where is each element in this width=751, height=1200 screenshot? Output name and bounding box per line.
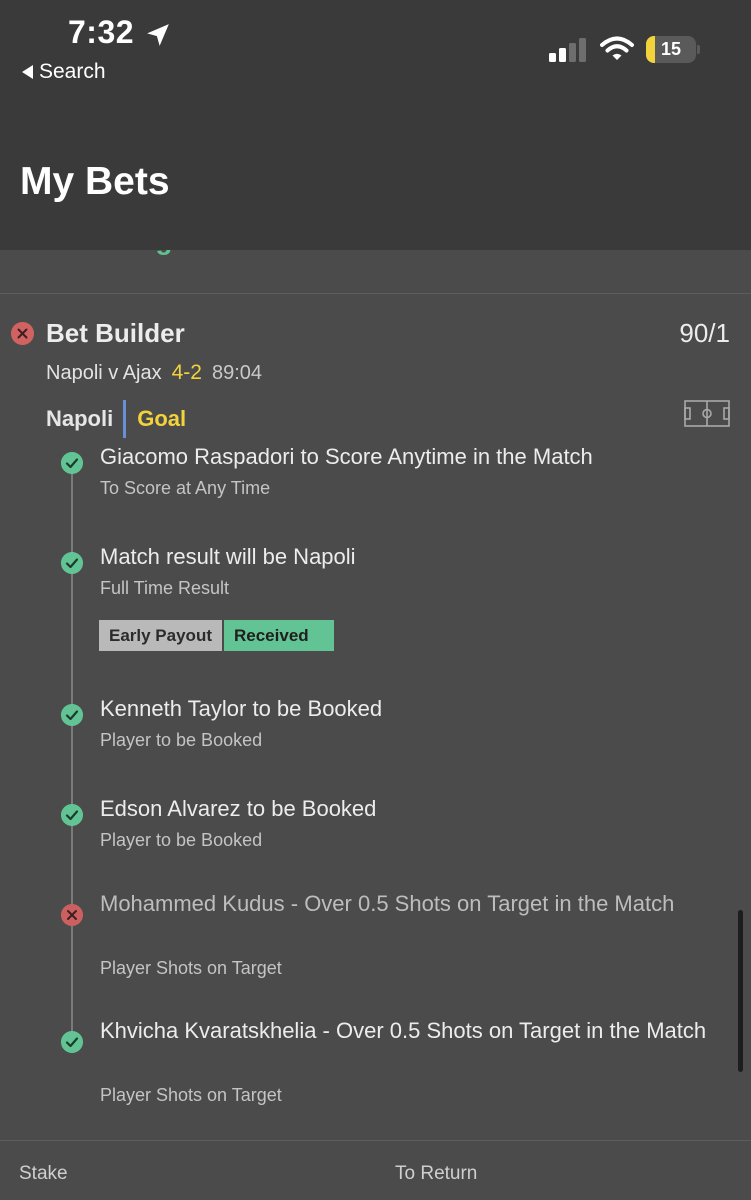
back-arrow-icon — [22, 65, 33, 79]
team-color-bar — [123, 400, 127, 438]
leg-won-check-icon — [61, 804, 83, 826]
leg-market: Player to be Booked — [100, 730, 263, 750]
back-link-label: Search — [39, 60, 106, 83]
legs-timeline — [71, 462, 73, 1042]
cellular-signal-icon — [549, 38, 586, 62]
leg-market: Player to be Booked — [100, 830, 263, 850]
leg-market: To Score at Any Time — [100, 478, 271, 498]
leg-selection: Match result will be Napoli — [100, 544, 356, 569]
back-to-search-link[interactable]: Search — [22, 60, 106, 84]
location-arrow-icon — [147, 24, 169, 46]
match-info[interactable]: Napoli v Ajax 4-2 89:04 — [46, 361, 262, 385]
battery-indicator: 15 — [646, 36, 696, 63]
leg-selection: Giacomo Raspadori to Score Anytime in th… — [100, 444, 593, 469]
leg-selection: Kenneth Taylor to be Booked — [100, 696, 383, 721]
leg-market: Full Time Result — [100, 578, 230, 598]
to-return-label: To Return — [395, 1163, 478, 1184]
leg-market: Player Shots on Target — [100, 1085, 282, 1105]
received-badge: Received — [224, 620, 334, 651]
match-name: Napoli v Ajax — [46, 362, 162, 384]
bet-lost-icon — [11, 322, 34, 345]
early-payout-badges: Early Payout Received — [99, 620, 334, 651]
match-clock: 89:04 — [211, 362, 263, 384]
divider — [0, 1140, 751, 1141]
leg-won-check-icon — [61, 1031, 83, 1053]
bet-type-title: Bet Builder — [46, 318, 185, 348]
early-payout-badge: Early Payout — [99, 620, 222, 651]
pitch-icon[interactable] — [684, 400, 730, 427]
event-type: Goal — [137, 406, 187, 431]
match-score: 4-2 — [171, 361, 202, 384]
header: 7:32 Search 15 My Bets — [0, 0, 751, 250]
battery-tip — [697, 45, 700, 54]
leg-selection: Khvicha Kvaratskhelia - Over 0.5 Shots o… — [100, 1018, 707, 1043]
live-event-row: Napoli Goal — [46, 399, 186, 439]
stake-label: Stake — [19, 1163, 68, 1184]
leg-selection: Edson Alvarez to be Booked — [100, 796, 377, 821]
bet-odds: 90/1 — [679, 318, 730, 348]
event-team: Napoli — [46, 406, 114, 431]
leg-lost-x-icon — [61, 904, 83, 926]
leg-market: Player Shots on Target — [100, 958, 282, 978]
scrollbar[interactable] — [738, 910, 743, 1072]
page-title: My Bets — [20, 160, 170, 203]
wifi-icon — [600, 36, 634, 60]
leg-won-check-icon — [61, 552, 83, 574]
leg-selection: Mohammed Kudus - Over 0.5 Shots on Targe… — [100, 891, 675, 916]
leg-won-check-icon — [61, 704, 83, 726]
divider — [0, 293, 751, 294]
battery-percentage: 15 — [660, 39, 682, 59]
status-time: 7:32 — [68, 14, 135, 50]
leg-won-check-icon — [61, 452, 83, 474]
